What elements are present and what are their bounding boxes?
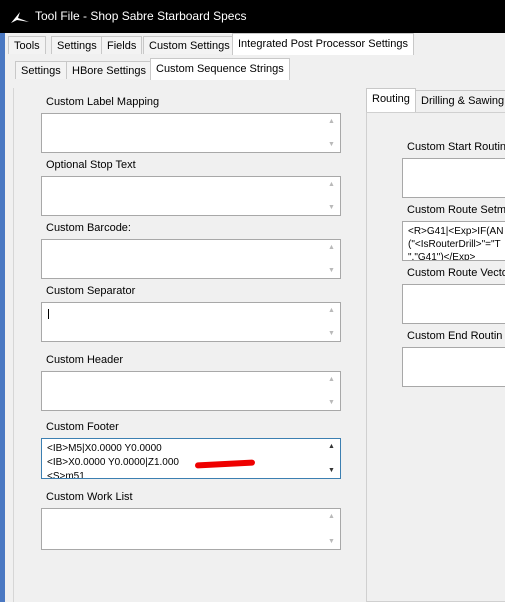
tab-fields[interactable]: Fields	[101, 36, 143, 54]
custom-route-setm-label: Custom Route Setm	[407, 204, 505, 216]
scrollbar[interactable]: ▲ ▼	[324, 240, 340, 278]
custom-footer-label: Custom Footer	[46, 421, 119, 433]
custom-label-mapping-label: Custom Label Mapping	[46, 96, 160, 108]
scroll-down-icon[interactable]: ▼	[328, 141, 335, 148]
scroll-down-icon[interactable]: ▼	[328, 330, 335, 337]
custom-end-routing-label: Custom End Routin	[407, 330, 503, 342]
tab-settings[interactable]: Settings	[51, 36, 103, 54]
custom-work-list-label: Custom Work List	[46, 491, 133, 503]
route-setm-line-2: ("<IsRouterDrill>"="T	[408, 239, 501, 250]
scrollbar[interactable]: ▲ ▼	[324, 303, 340, 341]
tab-custom-settings[interactable]: Custom Settings	[143, 36, 236, 54]
custom-label-mapping-field[interactable]: ▲ ▼	[41, 113, 341, 153]
scrollbar[interactable]: ▲ ▼	[324, 439, 340, 478]
scroll-down-icon[interactable]: ▼	[328, 204, 335, 211]
scroll-down-icon[interactable]: ▼	[328, 467, 335, 474]
custom-start-routing-label: Custom Start Routin	[407, 141, 505, 153]
subtab-settings[interactable]: Settings	[15, 61, 67, 79]
route-setm-line-3: ","G41")</Exp>	[408, 252, 476, 261]
scroll-down-icon[interactable]: ▼	[328, 538, 335, 545]
scroll-up-icon[interactable]: ▲	[328, 513, 335, 520]
tab-routing[interactable]: Routing	[366, 88, 416, 112]
footer-line-3: <S>m51	[47, 471, 85, 479]
custom-separator-field[interactable]: ▲ ▼	[41, 302, 341, 342]
route-setm-line-1: <R>G41|<Exp>IF(AN	[408, 226, 504, 237]
custom-work-list-field[interactable]: ▲ ▼	[41, 508, 341, 550]
subtab-hbore-settings[interactable]: HBore Settings	[66, 61, 152, 79]
custom-route-setm-field[interactable]: <R>G41|<Exp>IF(AN ("<IsRouterDrill>"="T …	[402, 221, 505, 261]
tab-tools[interactable]: Tools	[8, 36, 46, 54]
tab-integrated-post-processor-settings[interactable]: Integrated Post Processor Settings	[232, 33, 414, 55]
scrollbar[interactable]: ▲ ▼	[324, 177, 340, 215]
custom-separator-label: Custom Separator	[46, 285, 136, 297]
optional-stop-text-label: Optional Stop Text	[46, 159, 136, 171]
custom-route-vector-field[interactable]	[402, 284, 505, 324]
right-tabs: Routing Drilling & Sawing	[366, 88, 505, 112]
footer-line-1: <IB>M5|X0.0000 Y0.0000	[47, 443, 162, 454]
scroll-up-icon[interactable]: ▲	[328, 376, 335, 383]
custom-barcode-field[interactable]: ▲ ▼	[41, 239, 341, 279]
window-title: Tool File - Shop Sabre Starboard Specs	[35, 9, 247, 23]
custom-barcode-label: Custom Barcode:	[46, 222, 131, 234]
main-tabs: Tools Settings Fields Custom Settings In…	[5, 33, 505, 56]
app-logo-icon	[11, 12, 29, 23]
scroll-up-icon[interactable]: ▲	[328, 307, 335, 314]
scrollbar[interactable]: ▲ ▼	[324, 372, 340, 410]
scroll-up-icon[interactable]: ▲	[328, 443, 335, 450]
custom-start-routing-field[interactable]	[402, 158, 505, 198]
custom-header-label: Custom Header	[46, 354, 124, 366]
optional-stop-text-field[interactable]: ▲ ▼	[41, 176, 341, 216]
sub-tabs: Settings HBore Settings Custom Sequence …	[5, 55, 505, 81]
custom-header-field[interactable]: ▲ ▼	[41, 371, 341, 411]
footer-line-2: <IB>X0.0000 Y0.0000|Z1.000	[47, 457, 179, 468]
text-caret	[48, 309, 49, 319]
tab-drilling-sawing[interactable]: Drilling & Sawing	[415, 90, 505, 112]
scroll-up-icon[interactable]: ▲	[328, 181, 335, 188]
scrollbar[interactable]: ▲ ▼	[324, 114, 340, 152]
scroll-up-icon[interactable]: ▲	[328, 118, 335, 125]
scrollbar[interactable]: ▲ ▼	[324, 509, 340, 549]
custom-end-routing-field[interactable]	[402, 347, 505, 387]
scroll-down-icon[interactable]: ▼	[328, 267, 335, 274]
custom-route-vector-label: Custom Route Vecto	[407, 267, 505, 279]
scroll-down-icon[interactable]: ▼	[328, 399, 335, 406]
custom-footer-field[interactable]: <IB>M5|X0.0000 Y0.0000 <IB>X0.0000 Y0.00…	[41, 438, 341, 479]
scroll-up-icon[interactable]: ▲	[328, 244, 335, 251]
title-bar: Tool File - Shop Sabre Starboard Specs	[0, 0, 505, 33]
subtab-custom-sequence-strings[interactable]: Custom Sequence Strings	[150, 58, 290, 80]
